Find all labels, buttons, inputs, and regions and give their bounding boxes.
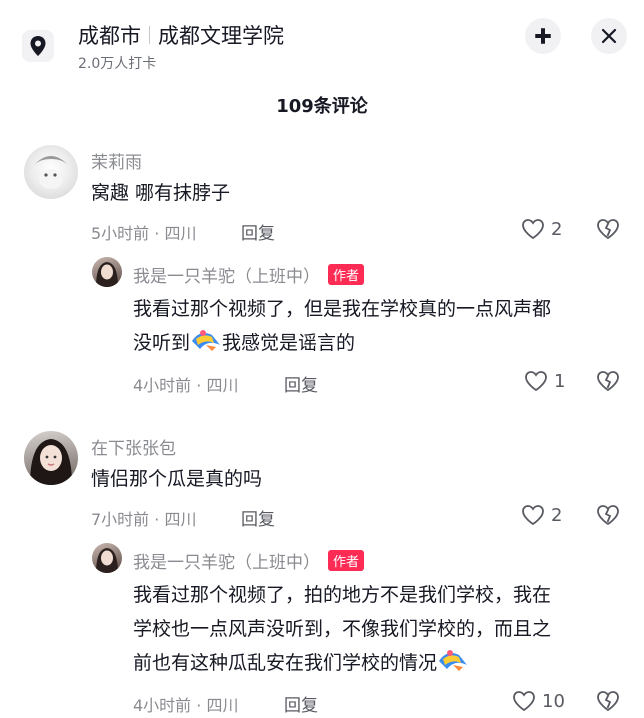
comment-text: 窝趣 哪有抹脖子	[91, 182, 231, 204]
author-badge: 作者	[328, 550, 365, 571]
reply-time-location: 4小时前 · 四川	[133, 696, 239, 715]
heart-icon	[522, 219, 544, 240]
close-icon	[601, 28, 617, 44]
heart-icon	[522, 505, 544, 526]
like-count: 2	[551, 504, 563, 526]
reply-text: 我看过那个视频了，但是我在学校真的一点风声都 没听到 我感觉是谣言的	[133, 292, 623, 364]
like-count: 10	[542, 690, 565, 712]
checkin-count: 2.0万人打卡	[78, 56, 157, 72]
comments-count-title: 109条评论	[276, 96, 368, 117]
sticker-emoji-icon	[437, 647, 469, 684]
heart-icon	[513, 691, 535, 712]
sticker-emoji-icon	[190, 327, 222, 364]
place-name: 成都文理学院	[158, 24, 284, 48]
comment-author[interactable]: 茉莉雨	[91, 148, 142, 173]
reply-button[interactable]: 回复	[284, 371, 318, 396]
reply-author-name: 我是一只羊驼（上班中）	[133, 553, 320, 573]
reply-author[interactable]: 我是一只羊驼（上班中） 作者	[133, 548, 365, 573]
like-button[interactable]: 1	[524, 370, 565, 392]
reply-text-segment: 我感觉是谣言的	[222, 332, 356, 354]
reply-text-line: 没听到 我感觉是谣言的	[133, 326, 623, 364]
reply-author-name: 我是一只羊驼（上班中）	[133, 267, 320, 287]
comment-author[interactable]: 在下张张包	[91, 434, 176, 459]
like-button[interactable]: 2	[521, 218, 562, 240]
map-pin-icon[interactable]	[22, 30, 54, 62]
like-button[interactable]: 10	[512, 690, 565, 712]
reply-text-line: 前也有这种瓜乱安在我们学校的情况	[133, 646, 633, 684]
comment-time-location: 7小时前 · 四川	[91, 510, 197, 529]
title-divider	[149, 26, 150, 44]
reply-time-location: 4小时前 · 四川	[133, 376, 239, 395]
reply-text-segment: 没听到	[133, 332, 191, 354]
like-count: 2	[551, 218, 563, 240]
reply-text: 我看过那个视频了，拍的地方不是我们学校，我在 学校也一点风声没听到，不像我们学校…	[133, 578, 633, 684]
heart-icon	[525, 371, 547, 392]
close-button[interactable]	[591, 18, 627, 54]
comment-time-location: 5小时前 · 四川	[91, 224, 197, 243]
avatar[interactable]	[92, 257, 122, 287]
like-count: 1	[554, 370, 566, 392]
city-name: 成都市	[78, 24, 141, 48]
avatar[interactable]	[92, 543, 122, 573]
broken-heart-icon	[597, 505, 619, 526]
avatar[interactable]	[24, 431, 78, 485]
dislike-button[interactable]	[596, 504, 620, 530]
author-badge: 作者	[328, 264, 365, 285]
broken-heart-icon	[597, 691, 619, 712]
location-title[interactable]: 成都市 成都文理学院	[78, 20, 284, 50]
collapse-icon	[535, 28, 551, 44]
location-header: 成都市 成都文理学院 2.0万人打卡	[0, 0, 644, 78]
reply-text-line: 学校也一点风声没听到，不像我们学校的，而且之	[133, 618, 552, 640]
reply-text-segment: 前也有这种瓜乱安在我们学校的情况	[133, 652, 438, 674]
dislike-button[interactable]	[596, 690, 620, 716]
dislike-button[interactable]	[596, 370, 620, 396]
avatar[interactable]	[24, 145, 78, 199]
dislike-button[interactable]	[596, 218, 620, 244]
reply-button[interactable]: 回复	[241, 505, 275, 530]
reply-author[interactable]: 我是一只羊驼（上班中） 作者	[133, 262, 365, 287]
collapse-button[interactable]	[525, 18, 561, 54]
like-button[interactable]: 2	[521, 504, 562, 526]
reply-button[interactable]: 回复	[241, 219, 275, 244]
reply-text-line: 我看过那个视频了，但是我在学校真的一点风声都	[133, 298, 552, 320]
broken-heart-icon	[597, 219, 619, 240]
broken-heart-icon	[597, 371, 619, 392]
comment-text: 情侣那个瓜是真的吗	[91, 468, 263, 490]
reply-text-line: 我看过那个视频了，拍的地方不是我们学校，我在	[133, 584, 552, 606]
reply-button[interactable]: 回复	[284, 691, 318, 716]
